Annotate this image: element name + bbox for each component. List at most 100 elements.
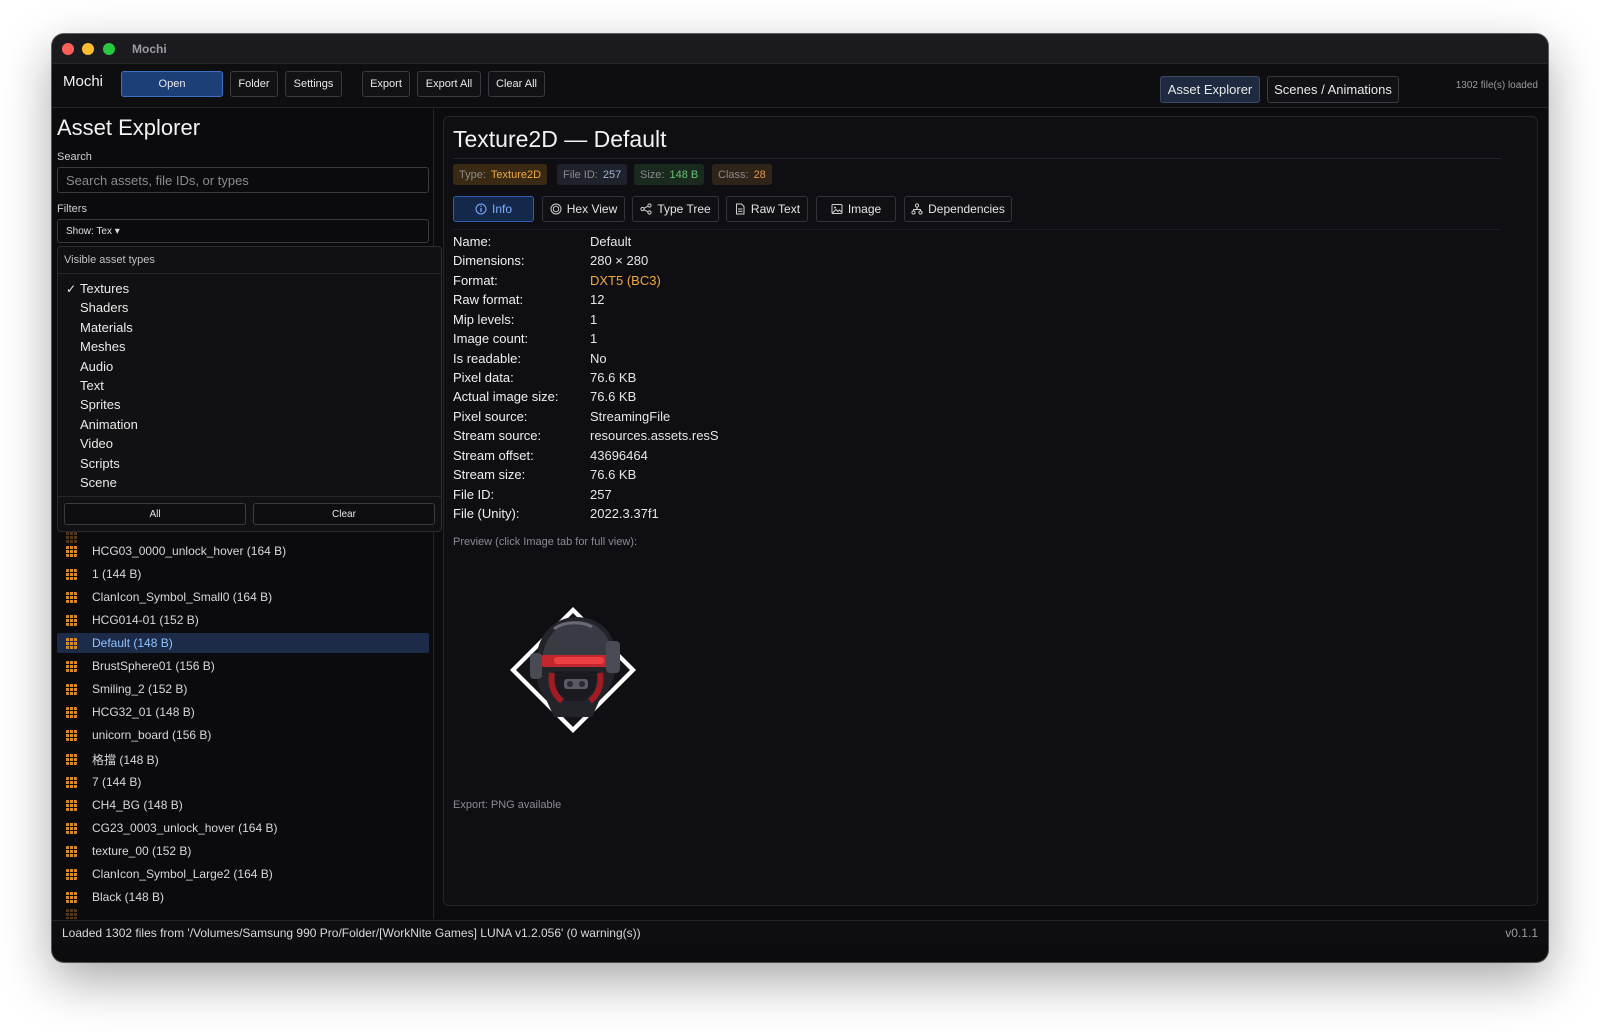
search-label: Search: [57, 151, 92, 163]
list-item[interactable]: 1 (144 B): [57, 564, 429, 584]
info-value-dimensions: 280 × 280: [590, 253, 649, 268]
tab-dependencies[interactable]: Dependencies: [904, 196, 1012, 222]
list-item[interactable]: 格擋 (148 B): [57, 749, 429, 769]
list-item-selected[interactable]: Default (148 B): [57, 633, 429, 653]
info-value-actual-size: 76.6 KB: [590, 389, 637, 404]
asset-label: CG23_0003_unlock_hover (164 B): [92, 821, 278, 835]
filter-option-scripts[interactable]: Scripts: [80, 456, 120, 471]
clear-all-button[interactable]: Clear All: [488, 71, 545, 97]
badge-value: 28: [753, 168, 766, 181]
tab-hex-view[interactable]: Hex View: [542, 196, 625, 222]
badge-key: Class:: [718, 168, 749, 181]
tab-scenes-animations[interactable]: Scenes / Animations: [1267, 76, 1399, 103]
asset-label: Smiling_2 (152 B): [92, 682, 188, 696]
filter-option-audio[interactable]: Audio: [80, 359, 113, 374]
asset-label: CH4_BG (148 B): [92, 798, 183, 812]
texture-icon: [66, 845, 77, 857]
info-label-stream-offset: Stream offset:: [453, 448, 534, 463]
tab-info[interactable]: Info: [453, 196, 534, 222]
list-item[interactable]: texture_00 (152 B): [57, 841, 429, 861]
minimize-window-button[interactable]: [82, 43, 94, 55]
close-window-button[interactable]: [62, 43, 74, 55]
filters-label: Filters: [57, 203, 87, 215]
open-button[interactable]: Open: [121, 71, 223, 97]
texture-preview-image[interactable]: [506, 599, 640, 739]
asset-label: 格擋 (148 B): [92, 752, 159, 767]
list-item[interactable]: ClanIcon_Symbol_Small0 (164 B): [57, 587, 429, 607]
info-value-unity-version: 2022.3.37f1: [590, 506, 659, 521]
list-item[interactable]: Black (148 B): [57, 887, 429, 907]
search-input[interactable]: Search assets, file IDs, or types: [57, 167, 429, 193]
filter-option-animation[interactable]: Animation: [80, 417, 138, 432]
texture-icon: [66, 799, 77, 811]
filter-option-textures[interactable]: Textures: [80, 281, 129, 296]
filter-option-scene[interactable]: Scene: [80, 475, 117, 490]
list-item[interactable]: HCG32_01 (148 B): [57, 702, 429, 722]
texture-icon: [66, 568, 77, 580]
filter-option-meshes[interactable]: Meshes: [80, 339, 126, 354]
badge-value: 148 B: [669, 168, 699, 181]
filter-select[interactable]: Show: Tex ▾: [57, 219, 429, 243]
export-button[interactable]: Export: [362, 71, 410, 97]
asset-label: HCG32_01 (148 B): [92, 705, 195, 719]
select-all-types-button[interactable]: All: [64, 503, 246, 525]
texture-icon: [66, 660, 77, 672]
list-item[interactable]: HCG014-01 (152 B): [57, 610, 429, 630]
tab-asset-explorer[interactable]: Asset Explorer: [1160, 76, 1260, 103]
info-value-stream-size: 76.6 KB: [590, 467, 637, 482]
tab-raw-text[interactable]: Raw Text: [726, 196, 808, 222]
list-item[interactable]: CG23_0003_unlock_hover (164 B): [57, 818, 429, 838]
asset-label: HCG014-01 (152 B): [92, 613, 199, 627]
tab-image[interactable]: Image: [816, 196, 896, 222]
list-item[interactable]: HCG03_0000_unlock_hover (164 B): [57, 541, 429, 561]
image-icon: [831, 204, 843, 214]
list-item[interactable]: Smiling_2 (152 B): [57, 679, 429, 699]
texture-icon: [66, 591, 77, 603]
texture-icon: [66, 637, 77, 649]
list-item[interactable]: ClanIcon_Symbol_Large2 (164 B): [57, 864, 429, 884]
list-item[interactable]: CH4_BG (148 B): [57, 795, 429, 815]
preview-note: Preview (click Image tab for full view):: [453, 536, 637, 548]
filter-option-text[interactable]: Text: [80, 378, 104, 393]
title-bar: Mochi: [52, 34, 1548, 64]
filter-option-shaders[interactable]: Shaders: [80, 300, 128, 315]
export-all-button[interactable]: Export All: [417, 71, 481, 97]
info-icon: [475, 203, 487, 215]
filter-option-video[interactable]: Video: [80, 436, 113, 451]
info-value-format: DXT5 (BC3): [590, 273, 661, 288]
clear-types-button[interactable]: Clear: [253, 503, 435, 525]
filter-option-sprites[interactable]: Sprites: [80, 397, 120, 412]
list-item[interactable]: BrustSphere01 (156 B): [57, 656, 429, 676]
asset-label: ClanIcon_Symbol_Small0 (164 B): [92, 590, 273, 604]
info-value-pixel-data: 76.6 KB: [590, 370, 637, 385]
tab-label: Raw Text: [750, 202, 801, 216]
type-badge: Type: Texture2D: [453, 164, 548, 185]
list-item[interactable]: [57, 909, 429, 919]
info-value-readable: No: [590, 351, 607, 366]
network-icon: [911, 203, 923, 215]
folder-button[interactable]: Folder: [230, 71, 278, 97]
list-item[interactable]: 7 (144 B): [57, 772, 429, 792]
zoom-window-button[interactable]: [103, 43, 115, 55]
version-label: v0.1.1: [1505, 926, 1538, 940]
texture-icon: [66, 545, 77, 557]
check-icon: ✓: [66, 282, 77, 296]
filter-option-materials[interactable]: Materials: [80, 320, 133, 335]
dropdown-divider: [58, 273, 441, 274]
info-label-unity-version: File (Unity):: [453, 506, 520, 521]
status-text: Loaded 1302 files from '/Volumes/Samsung…: [62, 926, 641, 940]
class-badge: Class: 28: [712, 164, 772, 185]
info-label-pixel-source: Pixel source:: [453, 409, 528, 424]
info-value-name: Default: [590, 234, 632, 249]
app-window: Mochi Mochi Open Folder Settings Export …: [52, 34, 1548, 962]
info-label-format: Format:: [453, 273, 498, 288]
asset-label: HCG03_0000_unlock_hover (164 B): [92, 544, 287, 558]
settings-button[interactable]: Settings: [285, 71, 342, 97]
tab-type-tree[interactable]: Type Tree: [632, 196, 719, 222]
asset-type-dropdown: Visible asset types ✓ Textures Shaders M…: [57, 246, 442, 532]
list-item[interactable]: unicorn_board (156 B): [57, 725, 429, 745]
asset-label: BrustSphere01 (156 B): [92, 659, 215, 673]
info-value-image-count: 1: [590, 331, 598, 346]
asset-detail-panel: Texture2D — Default Type: Texture2D File …: [443, 116, 1538, 906]
badge-value: Texture2D: [490, 168, 542, 181]
